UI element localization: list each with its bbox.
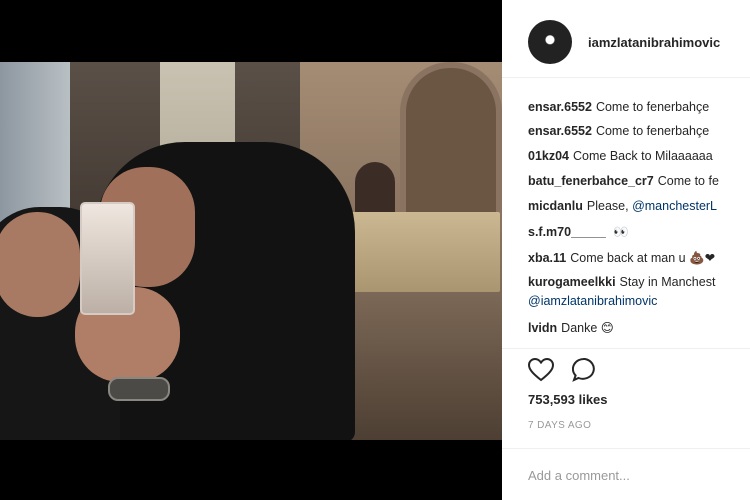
poop-heart-emoji-icon: 💩❤ (689, 250, 716, 265)
comment-username[interactable]: ensar.6552 (528, 124, 592, 138)
comment-item: batu_fenerbahce_cr7 Come to fe (528, 174, 719, 188)
comment-mention-line: @iamzlatanibrahimovic (528, 294, 657, 308)
comment-item: lvidn Danke 😊 (528, 320, 614, 335)
post-side-panel: iamzlatanibrahimovic ensar.6552 Come to f… (502, 0, 750, 500)
likes-count[interactable]: 753,593 likes (528, 392, 608, 407)
comment-text: Come Back to Milaaaaaa (573, 149, 713, 163)
comment-text: Stay in Manchest (619, 275, 716, 289)
comment-item: micdanlu Please, @manchesterL (528, 199, 717, 213)
photo-phone (80, 202, 135, 315)
comment-text: Please, (586, 199, 629, 213)
photo-man-left-face (0, 212, 80, 317)
comment-mention[interactable]: @iamzlatanibrahimovic (528, 294, 657, 308)
post-actions (502, 348, 750, 388)
comments-list[interactable]: ensar.6552 Come to fenerbahçe ensar.6552 C… (502, 92, 750, 342)
comment-username[interactable]: lvidn (528, 321, 557, 335)
photo-pane (0, 0, 502, 500)
heart-icon[interactable] (528, 357, 554, 383)
avatar-icon[interactable] (528, 20, 572, 64)
comment-username[interactable]: micdanlu (528, 199, 583, 213)
photo-watch (108, 377, 170, 401)
comment-item: 01kz04 Come Back to Milaaaaaa (528, 149, 713, 163)
comment-mention[interactable]: @manchesterL (632, 199, 717, 213)
comment-username[interactable]: batu_fenerbahce_cr7 (528, 174, 654, 188)
comment-username[interactable]: s.f.m70_____ (528, 225, 606, 239)
comment-item: kurogameelkki Stay in Manchest (528, 275, 715, 289)
comment-item: ensar.6552 Come to fenerbahçe (528, 124, 709, 138)
photo-table (335, 212, 500, 292)
comment-username[interactable]: xba.11 (528, 251, 566, 265)
post-header: iamzlatanibrahimovic (502, 0, 750, 78)
comment-text: Come to fenerbahçe (595, 124, 710, 138)
comment-text: Come to fe (657, 174, 719, 188)
comment-text: Danke (561, 321, 598, 335)
photo-arch (400, 62, 502, 232)
comment-username[interactable]: kurogameelkki (528, 275, 616, 289)
comment-text: Come back at man u (570, 251, 686, 265)
comment-item: ensar.6552 Come to fenerbahçe (528, 100, 709, 114)
add-comment-section (502, 448, 750, 500)
add-comment-input[interactable] (528, 463, 738, 487)
comment-text: Come to fenerbahçe (595, 100, 710, 114)
smile-emoji-icon: 😊 (600, 320, 614, 335)
comment-username[interactable]: ensar.6552 (528, 100, 592, 114)
post-timestamp: 7 DAYS AGO (528, 420, 592, 431)
post-photo[interactable] (0, 62, 502, 440)
comment-bubble-icon[interactable] (572, 357, 598, 383)
comment-item: xba.11 Come back at man u 💩❤ (528, 250, 715, 266)
comment-item: s.f.m70_____ 👀 (528, 224, 629, 240)
post-username[interactable]: iamzlatanibrahimovic (588, 35, 720, 50)
eyes-emoji-icon: 👀 (613, 224, 629, 239)
comment-username[interactable]: 01kz04 (528, 149, 569, 163)
